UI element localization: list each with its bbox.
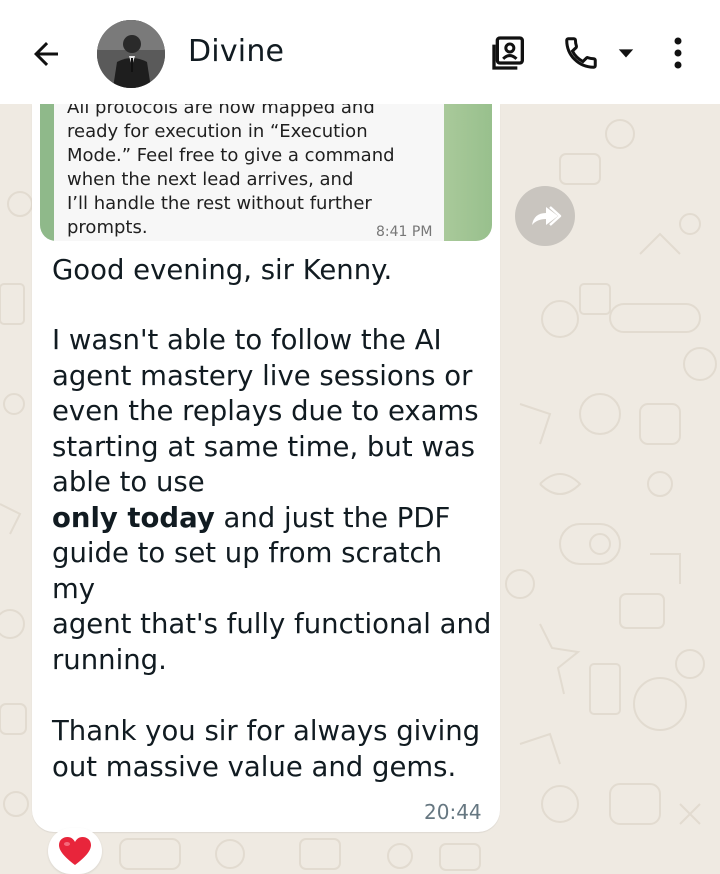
message-line: agent mastery live sessions or bbox=[52, 359, 473, 392]
message-line: running. bbox=[52, 643, 167, 676]
call-options-dropdown[interactable] bbox=[606, 30, 646, 76]
message-line-rest: and just the PDF bbox=[214, 501, 451, 534]
message-thanks: Thank you sir for always giving out mass… bbox=[52, 714, 492, 785]
arrow-left-icon bbox=[34, 42, 58, 66]
quote-timestamp: 8:41 PM bbox=[376, 224, 433, 240]
reaction-badge[interactable] bbox=[48, 828, 102, 874]
chat-header: Divine bbox=[0, 0, 720, 104]
quote-line: prompts. bbox=[67, 217, 148, 238]
quote-text-clip: All protocols are now mapped and ready f… bbox=[67, 96, 417, 241]
back-button[interactable] bbox=[24, 32, 68, 76]
forward-icon bbox=[532, 206, 562, 226]
quote-line: when the next lead arrives, and bbox=[67, 169, 354, 190]
message-line: even the replays due to exams bbox=[52, 395, 479, 427]
message-line: Thank you sir for always giving bbox=[52, 715, 481, 747]
message-line: out massive value and gems. bbox=[52, 750, 457, 783]
more-vertical-icon bbox=[674, 37, 682, 69]
message-line: I wasn't able to follow the AI bbox=[52, 324, 442, 356]
avatar[interactable] bbox=[97, 20, 165, 88]
contact-card-button[interactable] bbox=[486, 30, 532, 76]
message-timestamp: 20:44 bbox=[424, 800, 482, 824]
profile-photo bbox=[97, 20, 165, 88]
message-line: guide to set up from scratch my bbox=[52, 537, 443, 605]
message-line: only today and just the PDF bbox=[52, 501, 492, 537]
forward-button[interactable] bbox=[515, 186, 575, 246]
contact-card-icon bbox=[492, 36, 524, 70]
message-paragraph-1: I wasn't able to follow the AI agent mas… bbox=[52, 323, 492, 678]
message-greeting: Good evening, sir Kenny. bbox=[52, 254, 393, 286]
message-line: agent that's fully functional and bbox=[52, 608, 492, 640]
phone-icon bbox=[565, 37, 597, 69]
quote-accent-bar bbox=[40, 104, 54, 241]
contact-name[interactable]: Divine bbox=[188, 34, 284, 69]
quote-line: Mode.” Feel free to give a command bbox=[67, 145, 395, 166]
voice-call-button[interactable] bbox=[558, 30, 604, 76]
bold-text: only today bbox=[52, 501, 215, 534]
heart-icon bbox=[59, 837, 91, 865]
quote-line: ready for execution in “Execution bbox=[67, 121, 368, 142]
caret-down-icon bbox=[618, 49, 634, 58]
quote-image-edge bbox=[444, 104, 492, 241]
more-options-button[interactable] bbox=[656, 30, 700, 76]
message-line: starting at same time, but was bbox=[52, 430, 476, 463]
quote-line: I’ll handle the rest without further bbox=[67, 193, 372, 214]
message-line: able to use bbox=[52, 466, 205, 498]
